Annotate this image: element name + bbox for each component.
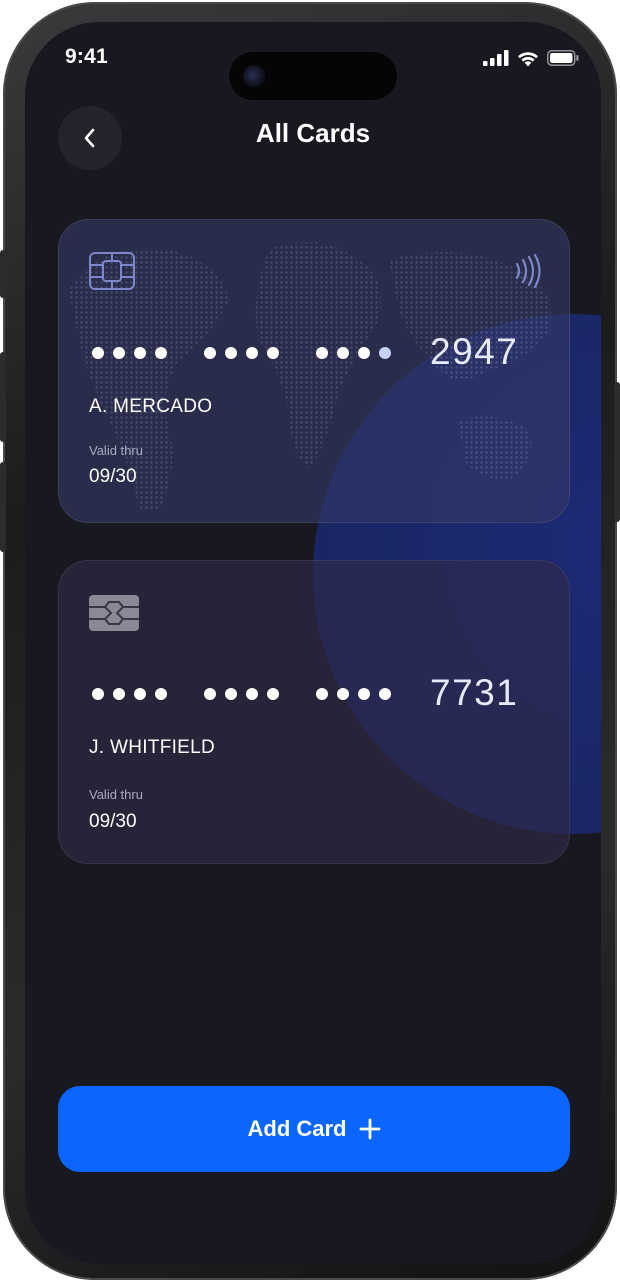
card-last-four: 7731	[430, 672, 519, 713]
chip-icon	[89, 252, 135, 290]
masked-number	[92, 347, 391, 359]
wifi-icon	[518, 51, 538, 66]
masked-group	[204, 688, 279, 700]
card-last-four: 2947	[430, 331, 519, 372]
card-holder-name: J. WHITFIELD	[89, 737, 216, 758]
add-card-label: Add Card	[247, 1116, 347, 1141]
status-time: 9:41	[65, 45, 108, 68]
power-button	[614, 382, 620, 522]
valid-thru-value: 09/30	[89, 811, 137, 832]
masked-group	[92, 688, 167, 700]
dynamic-island	[229, 52, 397, 100]
chip-icon	[89, 595, 139, 631]
card-holder-name: A. MERCADO	[89, 396, 213, 417]
status-icons	[483, 48, 579, 68]
action-button	[0, 250, 6, 298]
contactless-icon	[515, 254, 541, 288]
valid-thru-value: 09/30	[89, 466, 137, 487]
masked-number	[92, 688, 391, 700]
battery-icon	[547, 50, 579, 66]
masked-group	[92, 347, 167, 359]
payment-card[interactable]: 7731 J. WHITFIELD Valid thru 09/30	[58, 560, 570, 864]
masked-group	[316, 347, 391, 359]
valid-thru-label: Valid thru	[89, 787, 143, 802]
masked-group	[316, 688, 391, 700]
plus-icon	[359, 1118, 380, 1140]
add-card-button[interactable]: Add Card	[58, 1086, 570, 1172]
camera-icon	[243, 65, 265, 87]
volume-up-button	[0, 352, 6, 442]
volume-down-button	[0, 462, 6, 552]
payment-card[interactable]: 2947 A. MERCADO Valid thru 09/30	[58, 219, 570, 523]
signal-icon	[483, 50, 509, 66]
masked-group	[204, 347, 279, 359]
page-title: All Cards	[255, 118, 371, 148]
screen: 9:41 All Cards 2947 A. MERCADO Valid thr…	[25, 22, 601, 1264]
valid-thru-label: Valid thru	[89, 443, 143, 458]
phone-frame: 9:41 All Cards 2947 A. MERCADO Valid thr…	[0, 2, 620, 1280]
